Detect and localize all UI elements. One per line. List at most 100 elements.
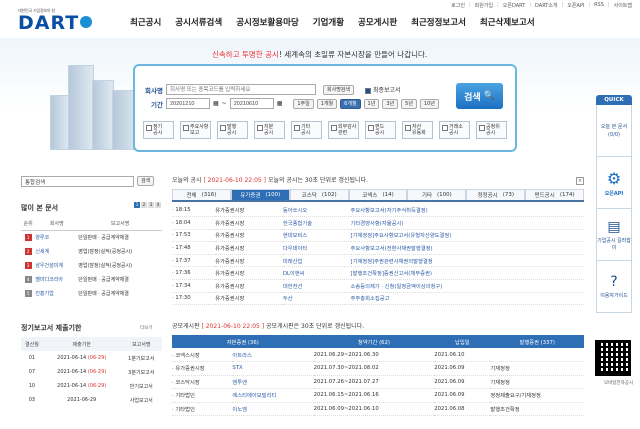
company-name[interactable]: 진흥기업	[35, 286, 78, 300]
period-button[interactable]: 5년	[401, 98, 417, 109]
company-name[interactable]: 에스티에이모빌리티	[232, 388, 314, 403]
report-name[interactable]: [기재정정]주권관련사채권의발행결정	[350, 254, 584, 268]
gnb-item[interactable]: 공시서류검색	[175, 16, 222, 28]
table-row[interactable]: 2 신세계 영업(잠정)실적(공정공시)	[21, 244, 162, 258]
table-row[interactable]: · 17:53 유가증권시장 현대모비스 [기재정정]주요사항보고서(유형자산양도결정…	[172, 229, 584, 243]
calendar-icon[interactable]: ▦	[277, 100, 283, 107]
report-name[interactable]: 단일판매ㆍ공급계약체결	[78, 286, 162, 300]
gnb-item[interactable]: 공시정보활용마당	[236, 16, 299, 28]
table-header[interactable]: 발행증권 (337)	[490, 335, 584, 348]
report-name[interactable]: 영업(잠정)실적(공정공시)	[78, 258, 162, 272]
top-link[interactable]: 사이트맵	[614, 2, 632, 9]
category-checkbox[interactable]: 발행 공시	[217, 121, 248, 139]
report-name[interactable]: 주주총회소집공고	[350, 292, 584, 306]
period-button[interactable]: 10년	[419, 98, 439, 109]
category-checkbox[interactable]: 주요사항 보고	[180, 121, 211, 139]
table-row[interactable]: · 기타법인 이노엠 2021.06.09~2021.06.10 2021.06.08…	[172, 402, 584, 416]
company-search-button[interactable]: 회사명검색	[323, 84, 355, 95]
tab-전체[interactable]: 전체 (316)	[172, 189, 231, 200]
user-guide-link[interactable]: ? 이용자가이드	[596, 261, 632, 313]
page-button[interactable]: 1	[134, 202, 140, 208]
table-row[interactable]: 3 삼우건설미계 영업(잠정)실적(공정공시)	[21, 258, 162, 272]
date-from-input[interactable]	[166, 98, 210, 109]
tab-정정공시[interactable]: 정정공시 (73)	[466, 189, 526, 200]
tab-코넥스[interactable]: 코넥스 (14)	[348, 189, 408, 200]
company-name[interactable]: STX	[232, 361, 314, 376]
company-name[interactable]: 이노엠	[232, 402, 314, 416]
tab-기타[interactable]: 기타 (100)	[407, 189, 467, 200]
recent-docs[interactable]: 오늘 본 문서 (0/0)	[596, 105, 632, 157]
logo[interactable]: 대한민국 기업정보의 창 DART	[18, 8, 93, 33]
company-name[interactable]: 아트라스	[232, 348, 314, 362]
table-row[interactable]: · 17:48 유가증권시장 다우데이타 주요사항보고서(전환사채권발행결정)	[172, 241, 584, 255]
period-button[interactable]: 1주일	[293, 98, 314, 109]
tab-코스닥[interactable]: 코스닥 (102)	[289, 189, 349, 200]
table-row[interactable]: · 18:15 유가증권시장 동아쏘시오 주요사항보고서(자기주식취득결정)	[172, 204, 584, 218]
page-button[interactable]: 2	[141, 202, 147, 208]
category-checkbox[interactable]: 외부감사 관련	[328, 121, 359, 139]
calendar-icon[interactable]: ▦	[213, 100, 219, 107]
company-name[interactable]: DL이앤씨	[282, 266, 351, 281]
table-row[interactable]: · 17:30 유가증권시장 두산 주주총회소집공고	[172, 292, 584, 306]
top-link[interactable]: RSS	[594, 2, 604, 9]
period-button[interactable]: 3년	[382, 98, 399, 109]
period-button[interactable]: 6개월	[340, 98, 361, 109]
report-name[interactable]: 주요사항보고서(전환사채권발행결정)	[350, 241, 584, 255]
gnb-item[interactable]: 최근정정보고서	[411, 16, 466, 28]
report-name[interactable]: 영업(잠정)실적(공정공시)	[78, 244, 162, 258]
table-row[interactable]: · 유가증권시장 STX 2021.07.30~2021.08.02 2021.06.…	[172, 361, 584, 376]
top-link[interactable]: 오픈DART	[503, 2, 526, 9]
report-name[interactable]: [발행조건확정]증권신고서(채무증권)	[350, 266, 584, 281]
category-checkbox[interactable]: 기타 공시	[291, 121, 322, 139]
gnb-item[interactable]: 공모게시판	[358, 16, 397, 28]
company-name[interactable]: 멜마디코리아	[35, 272, 78, 286]
qr-code-icon[interactable]	[595, 340, 631, 376]
table-header[interactable]: 자본증권 (36)	[172, 335, 314, 348]
category-checkbox[interactable]: 지분 공시	[254, 121, 285, 139]
table-row[interactable]: 1 양루코 단일판매ㆍ공급계약체결	[21, 230, 162, 244]
table-header[interactable]: 청약기간 (62)	[313, 335, 435, 348]
close-icon[interactable]: ×	[576, 177, 584, 185]
date-to-input[interactable]	[229, 98, 274, 109]
tab-유가증권[interactable]: 유가증권 (100)	[230, 189, 290, 200]
report-name[interactable]: 단일판매ㆍ공급계약체결	[78, 272, 162, 286]
period-button[interactable]: 1개월	[316, 98, 338, 109]
report-name[interactable]: 소송등의제기ㆍ신청(일정금액이상의청구)	[350, 279, 584, 293]
table-row[interactable]: · 코넥스시장 아트라스 2021.06.29~2021.06.30 2021.06.…	[172, 348, 584, 362]
table-row[interactable]: 4 멜마디코리아 단일판매ㆍ공급계약체결	[21, 272, 162, 286]
table-row[interactable]: 5 진흥기업 단일판매ㆍ공급계약체결	[21, 286, 162, 300]
open-api-link[interactable]: ⚙ 오픈API	[596, 157, 632, 209]
integrated-search-input[interactable]	[21, 176, 134, 187]
integrated-search-button[interactable]: 검색	[137, 176, 155, 186]
company-name[interactable]: 양루코	[35, 230, 78, 244]
category-checkbox[interactable]: 정기 공시	[143, 121, 174, 139]
table-row[interactable]: · 17:36 유가증권시장 DL이앤씨 [발행조건확정]증권신고서(채무증권)	[172, 266, 584, 281]
report-name[interactable]: 단일판매ㆍ공급계약체결	[78, 230, 162, 244]
table-row[interactable]: · 코스닥시장 엠투엔 2021.07.26~2021.07.27 2021.06.0…	[172, 375, 584, 389]
category-checkbox[interactable]: 공정위 공시	[476, 121, 507, 139]
company-name[interactable]: 대한전선	[282, 279, 351, 293]
top-link[interactable]: DART소개	[535, 2, 558, 9]
category-checkbox[interactable]: 펀드 공시	[365, 121, 396, 139]
company-name[interactable]: 두산	[282, 292, 351, 306]
page-button[interactable]: 4	[155, 202, 161, 208]
company-name[interactable]: 한국종합기술	[282, 216, 351, 230]
search-button[interactable]: 검색 🔍	[456, 83, 503, 109]
table-row[interactable]: · 17:34 유가증권시장 대한전선 소송등의제기ㆍ신청(일정금액이상의청구)	[172, 279, 584, 293]
guide-link[interactable]: ▤ 기업공시 길라잡이	[596, 209, 632, 261]
company-input[interactable]	[166, 84, 316, 95]
period-more-link[interactable]: 더보기	[140, 325, 152, 331]
final-report-checkbox[interactable]: 최종보고서	[365, 85, 401, 94]
period-button[interactable]: 1년	[363, 98, 380, 109]
table-row[interactable]: · 기타법인 에스티에이모빌리티 2021.06.15~2021.06.16 2021…	[172, 388, 584, 403]
company-name[interactable]: 미래산업	[282, 254, 351, 268]
top-link[interactable]: 회원가입	[475, 2, 493, 9]
gnb-item[interactable]: 최근삭제보고서	[480, 16, 535, 28]
gnb-item[interactable]: 기업개황	[313, 16, 344, 28]
company-name[interactable]: 엠투엔	[232, 375, 314, 389]
company-name[interactable]: 삼우건설미계	[35, 258, 78, 272]
report-name[interactable]: [기재정정]주요사항보고서(유형자산양도결정)	[350, 229, 584, 243]
company-name[interactable]: 다우데이타	[282, 241, 351, 255]
top-link[interactable]: 오픈API	[567, 2, 584, 9]
report-name[interactable]: 주요사항보고서(자기주식취득결정)	[350, 204, 584, 218]
